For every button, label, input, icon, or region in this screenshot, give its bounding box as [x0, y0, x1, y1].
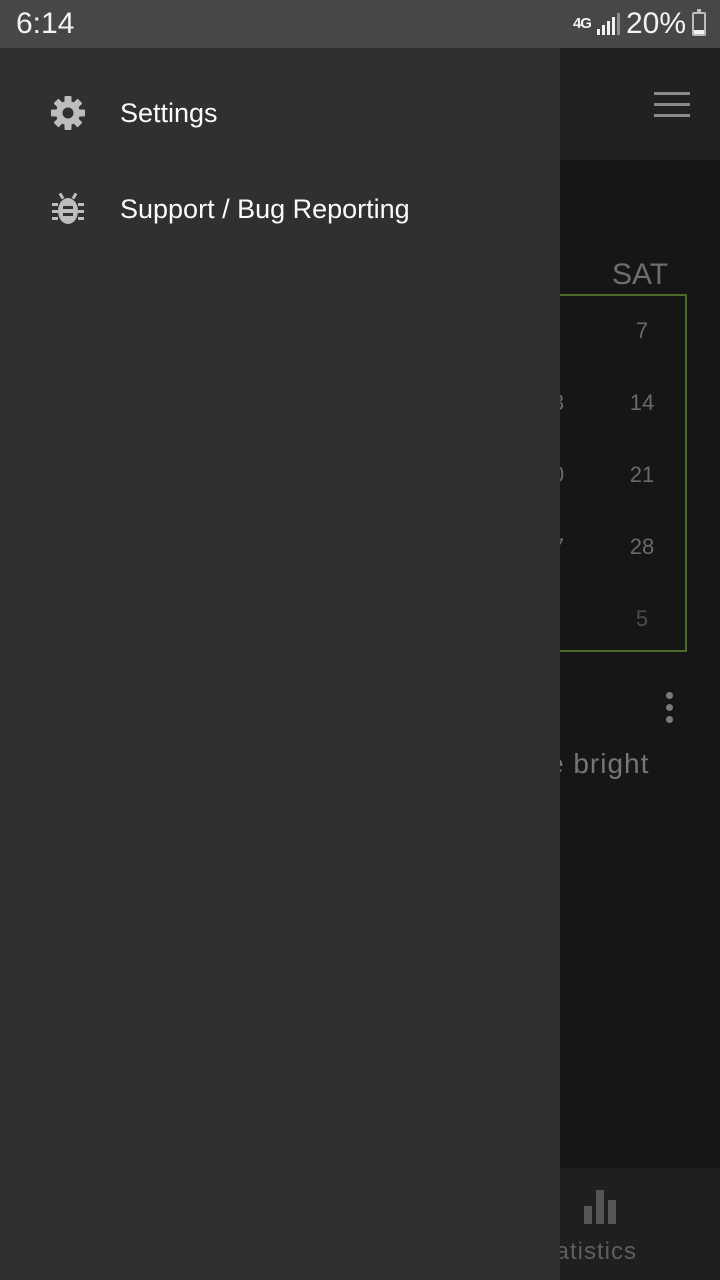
status-time: 6:14 — [16, 7, 75, 40]
more-vert-icon[interactable] — [666, 692, 674, 728]
bar-chart-icon[interactable] — [584, 1190, 618, 1224]
weekday-header-sat: SAT — [612, 258, 669, 291]
drawer-item-label: Settings — [120, 97, 218, 128]
battery-percent: 20% — [625, 7, 686, 40]
calendar-day[interactable]: 14 — [612, 390, 672, 416]
gear-icon — [48, 93, 88, 133]
calendar-day[interactable]: 5 — [612, 606, 672, 632]
drawer-item-label: Support / Bug Reporting — [120, 193, 410, 224]
bottom-nav-statistics-label[interactable]: tatistics — [548, 1238, 637, 1266]
drawer-item-settings[interactable]: Settings — [0, 73, 560, 153]
status-bar: 6:14 4G 20% — [0, 0, 720, 48]
battery-icon — [692, 9, 706, 36]
network-type-indicator: 4G — [572, 15, 592, 32]
hamburger-menu-icon[interactable] — [654, 92, 690, 118]
drawer-item-support[interactable]: Support / Bug Reporting — [0, 169, 560, 249]
calendar-day[interactable]: 7 — [612, 318, 672, 344]
status-icons: 4G 20% — [573, 8, 706, 40]
cell-signal-icon — [596, 13, 620, 35]
entry-text: e bright — [548, 748, 650, 779]
calendar-day[interactable]: 21 — [612, 462, 672, 488]
calendar-day[interactable]: 28 — [612, 534, 672, 560]
bug-icon — [48, 189, 88, 229]
navigation-drawer: Settings Support / Bug Reporting — [0, 48, 560, 1280]
